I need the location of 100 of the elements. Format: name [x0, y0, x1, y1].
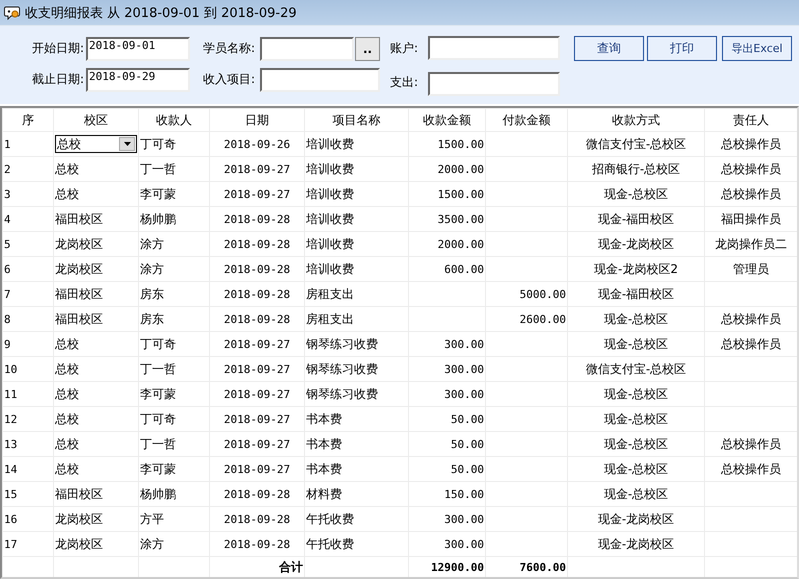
table-cell: 7 — [2, 282, 54, 306]
action-button[interactable]: 打印 — [647, 36, 717, 61]
table-cell: 2018-09-27 — [210, 432, 304, 456]
table-cell: 培训收费 — [304, 182, 408, 206]
table-cell: 600.00 — [408, 256, 486, 282]
table-cell: 2018-09-28 — [210, 506, 304, 532]
action-button[interactable]: 查询 — [574, 36, 644, 61]
input-field[interactable] — [428, 72, 560, 96]
input-field[interactable]: 2018-09-01 — [86, 36, 190, 60]
column-header[interactable]: 收款金额 — [408, 108, 486, 132]
field-label: 截止日期: — [30, 71, 84, 88]
table-cell: 现金-总校区 — [568, 482, 704, 506]
table-cell: 2018-09-27 — [210, 156, 304, 182]
table-cell: 房租支出 — [304, 306, 408, 332]
column-header[interactable]: 校区 — [54, 108, 138, 132]
table-cell: 11 — [2, 382, 54, 406]
action-button[interactable]: 导出Excel — [722, 36, 792, 61]
table-cell: 300.00 — [408, 356, 486, 382]
browse-button[interactable]: .. — [355, 36, 380, 60]
table-cell: 丁可奇 — [138, 332, 210, 356]
column-header[interactable]: 日期 — [210, 108, 304, 132]
table-cell: 总校 — [54, 406, 138, 432]
table-cell: 50.00 — [408, 456, 486, 482]
table-cell: 龙岗校区 — [54, 532, 138, 556]
column-header[interactable]: 项目名称 — [304, 108, 408, 132]
dropdown-field[interactable]: 总校 — [55, 135, 137, 153]
table-cell: 4 — [2, 206, 54, 232]
table-cell: 书本费 — [304, 456, 408, 482]
field-label: 支出: — [388, 74, 418, 91]
table-cell: 总校 — [54, 332, 138, 356]
table-cell: 福田校区 — [54, 482, 138, 506]
table-cell: 9 — [2, 332, 54, 356]
table-cell: 现金-龙岗校区 — [568, 532, 704, 556]
table-cell: 150.00 — [408, 482, 486, 506]
table-cell: 2018-09-27 — [210, 182, 304, 206]
column-header[interactable]: 付款金额 — [486, 108, 568, 132]
table-cell: 培训收费 — [304, 232, 408, 256]
table-cell: 总校 — [54, 432, 138, 456]
table-cell: 3 — [2, 182, 54, 206]
window-title: 收支明细报表 从 2018-09-01 到 2018-09-29 — [25, 4, 297, 22]
table-cell: 总校 — [54, 356, 138, 382]
table-cell: 书本费 — [304, 432, 408, 456]
dropdown-arrow-icon — [124, 142, 130, 146]
table-cell: 培训收费 — [304, 206, 408, 232]
table-cell: 总校 — [54, 182, 138, 206]
column-header[interactable]: 收款人 — [138, 108, 210, 132]
table-cell: 总校 — [54, 382, 138, 406]
table-cell: 2018-09-28 — [210, 282, 304, 306]
table-cell: 丁一哲 — [138, 156, 210, 182]
column-header[interactable]: 收款方式 — [568, 108, 704, 132]
table-cell: 现金-福田校区 — [568, 282, 704, 306]
table-cell: 6 — [2, 256, 54, 282]
table-cell: 1 — [2, 132, 54, 156]
table-cell: 5 — [2, 232, 54, 256]
table-cell: 2000.00 — [408, 156, 486, 182]
table-cell: 微信支付宝-总校区 — [568, 356, 704, 382]
input-field[interactable] — [260, 68, 380, 92]
input-field[interactable]: 2018-09-29 — [86, 68, 190, 92]
input-field[interactable] — [260, 36, 354, 60]
table-cell: 300.00 — [408, 532, 486, 556]
field-label: 学员名称: — [202, 40, 255, 57]
table-cell: 现金-总校区 — [568, 332, 704, 356]
input-field[interactable] — [428, 36, 560, 60]
table-cell: 钢琴练习收费 — [304, 382, 408, 406]
table-cell: 龙岗校区 — [54, 506, 138, 532]
table-cell: 材料费 — [304, 482, 408, 506]
table-cell: 2018-09-27 — [210, 456, 304, 482]
table-cell: 李可蒙 — [138, 182, 210, 206]
table-cell: 2018-09-28 — [210, 256, 304, 282]
table-cell: 房租支出 — [304, 282, 408, 306]
table-cell: 杨帅鹏 — [138, 482, 210, 506]
table-cell: 杨帅鹏 — [138, 206, 210, 232]
table-cell: 龙岗校区 — [54, 256, 138, 282]
table-cell: 现金-福田校区 — [568, 206, 704, 232]
table-cell: 2018-09-28 — [210, 206, 304, 232]
table-cell: 2018-09-28 — [210, 482, 304, 506]
table-cell: 现金-龙岗校区 — [568, 506, 704, 532]
table-cell: 300.00 — [408, 382, 486, 406]
table-cell: 龙岗校区 — [54, 232, 138, 256]
table-cell: 现金-总校区 — [568, 382, 704, 406]
table-cell: 300.00 — [408, 506, 486, 532]
table-cell: 8 — [2, 306, 54, 332]
table-cell: 2018-09-28 — [210, 306, 304, 332]
table-cell: 2018-09-27 — [210, 356, 304, 382]
table-cell: 房东 — [138, 306, 210, 332]
table-cell: 培训收费 — [304, 256, 408, 282]
app-icon — [4, 6, 20, 20]
table-cell: 丁可奇 — [138, 406, 210, 432]
table-cell: 午托收费 — [304, 506, 408, 532]
table-cell: 50.00 — [408, 406, 486, 432]
column-header[interactable]: 序 — [2, 108, 54, 132]
table-cell: 李可蒙 — [138, 456, 210, 482]
table-cell: 1500.00 — [408, 132, 486, 156]
table-cell: 现金-总校区 — [568, 456, 704, 482]
table-cell: 现金-总校区 — [568, 306, 704, 332]
column-header[interactable]: 责任人 — [704, 108, 797, 132]
table-cell: 午托收费 — [304, 532, 408, 556]
table-cell: 2018-09-28 — [210, 532, 304, 556]
field-label: 收入项目: — [202, 71, 255, 88]
table-cell: 现金-龙岗校区 — [568, 232, 704, 256]
